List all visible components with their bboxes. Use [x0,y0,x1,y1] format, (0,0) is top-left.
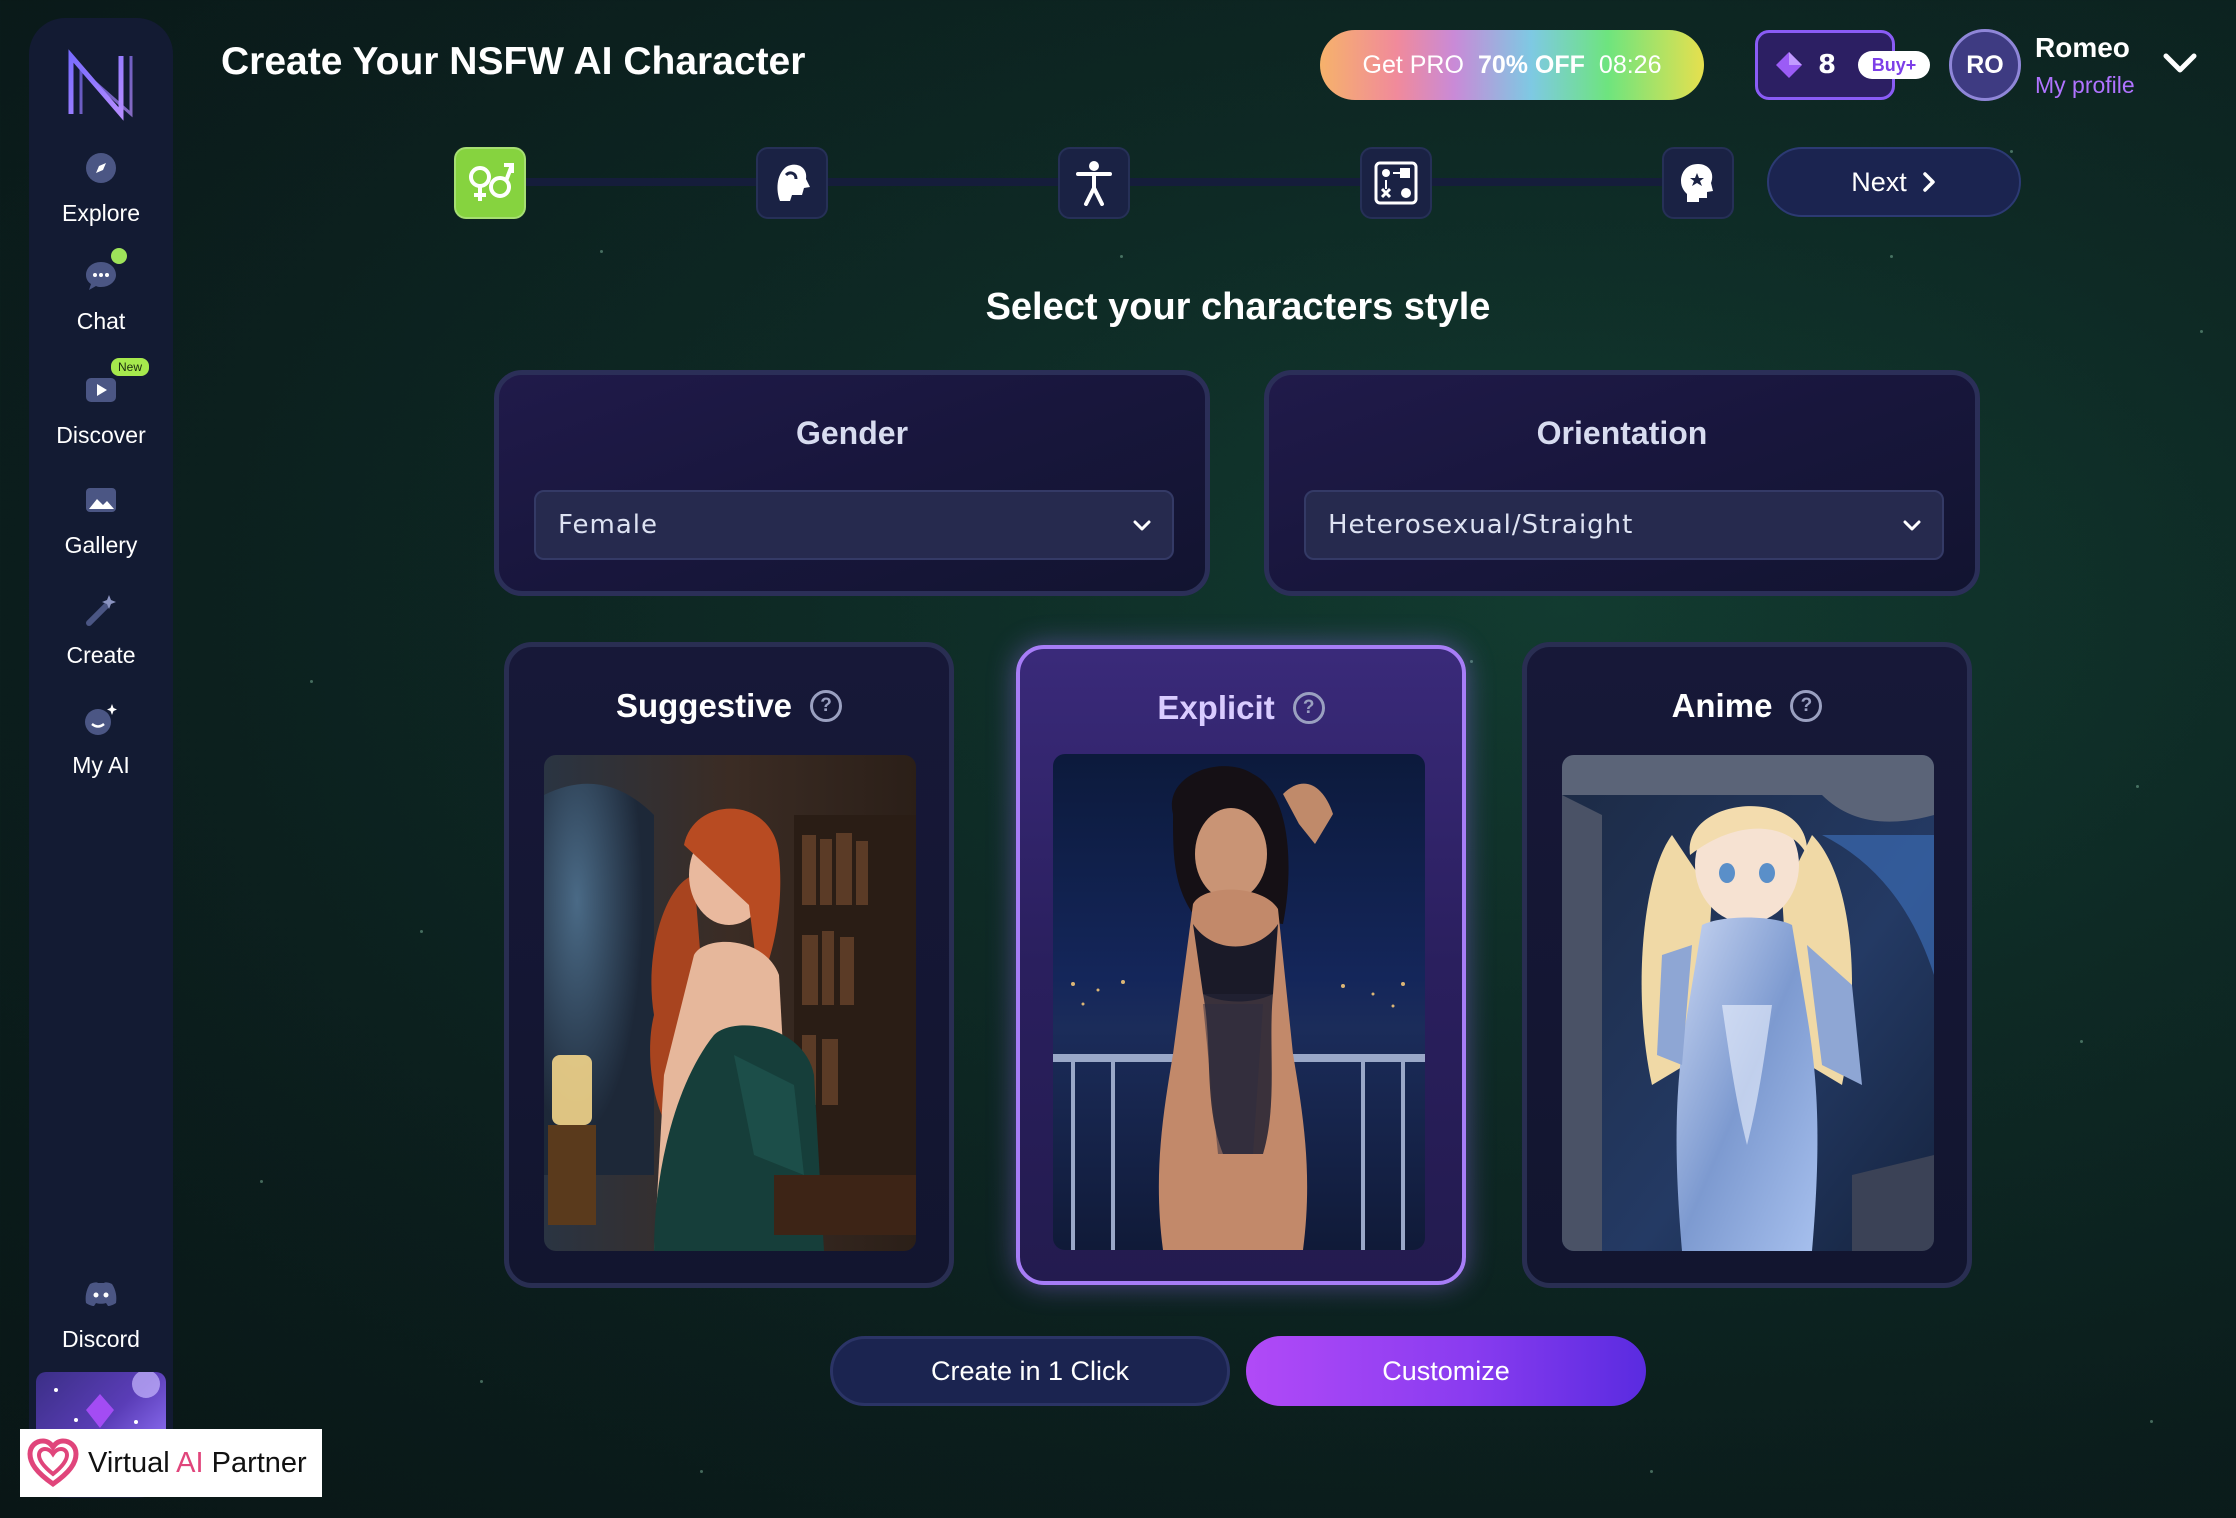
watermark-text: Virtual AI Partner [88,1447,307,1480]
style-card-anime[interactable]: Anime ? [1522,642,1972,1288]
sidebar-item-my-ai[interactable]: My AI [29,698,173,779]
my-profile-link[interactable]: My profile [2035,72,2135,99]
style-card-title: Suggestive ? [509,687,949,725]
gender-label: Gender [795,415,909,451]
customize-button[interactable]: Customize [1246,1336,1646,1406]
page-title: Create Your NSFW AI Character [221,40,806,83]
sidebar-item-label: My AI [72,752,130,778]
style-preview-image [1562,755,1934,1251]
gender-icon [469,163,514,201]
sidebar-item-create[interactable]: Create [29,588,173,669]
watermark: Virtual AI Partner [20,1429,322,1497]
gem-icon [1776,52,1802,78]
pro-timer: 08:26 [1598,50,1662,79]
magic-wand-icon [79,588,123,632]
sidebar-item-label: Discover [56,422,146,448]
style-card-suggestive[interactable]: Suggestive ? [504,642,954,1288]
gem-count: 8 [1818,50,1837,80]
style-label: Anime [1671,687,1773,724]
pro-lead: Get PRO [1362,50,1464,79]
get-pro-button[interactable]: Get PRO 70% OFF 08:26 [1320,30,1704,100]
chevron-down-icon [1903,520,1921,531]
style-card-title: Explicit ? [1020,689,1462,727]
gender-value: Female [558,510,659,540]
step-face[interactable] [756,147,828,219]
chevron-down-icon [1133,520,1151,531]
sidebar-item-label: Gallery [64,532,138,558]
play-icon: New [79,358,150,412]
section-title: Select your characters style [985,286,1491,328]
sidebar-item-gallery[interactable]: Gallery [29,478,173,559]
help-icon[interactable]: ? [810,690,843,722]
user-name: Romeo [2035,32,2130,63]
heart-logo-icon [27,1438,79,1488]
brand-logo-icon[interactable] [63,46,139,122]
style-preview-image [1053,754,1425,1250]
sidebar-item-discover[interactable]: New Discover [29,358,173,449]
discord-icon [79,1272,123,1316]
step-body[interactable] [1058,147,1130,219]
traits-icon [1374,161,1418,205]
watermark-text-a: Virtual [88,1446,177,1479]
chevron-down-icon[interactable] [2160,48,2200,80]
orientation-label: Orientation [1536,415,1708,451]
online-indicator [111,248,127,264]
style-card-explicit[interactable]: Explicit ? [1016,645,1466,1285]
style-preview-image [544,755,916,1251]
orientation-value: Heterosexual/Straight [1328,510,1634,540]
sidebar-item-label: Discord [62,1326,140,1352]
style-card-title: Anime ? [1527,687,1967,725]
orientation-panel: Orientation Heterosexual/Straight [1264,370,1980,596]
help-icon[interactable]: ? [1790,690,1823,722]
sidebar-item-label: Explore [62,200,140,226]
head-profile-icon [777,164,810,201]
next-label: Next [1851,166,1907,197]
ai-face-icon [79,698,123,742]
step-traits[interactable] [1360,147,1432,219]
step-personality[interactable] [1662,147,1734,219]
chevron-right-icon [1923,172,1935,192]
orientation-select[interactable]: Heterosexual/Straight [1304,490,1944,560]
personality-icon [1681,164,1713,202]
style-label: Suggestive [615,687,793,724]
pro-discount: 70% OFF [1477,50,1585,79]
sidebar-item-explore[interactable]: Explore [29,146,173,227]
gender-panel: Gender Female [494,370,1210,596]
next-button[interactable]: Next [1767,147,2021,217]
gender-select[interactable]: Female [534,490,1174,560]
create-one-click-button[interactable]: Create in 1 Click [830,1336,1230,1406]
watermark-text-ai: AI [176,1446,204,1479]
new-badge: New [111,358,150,376]
sidebar: Explore Chat New Discover Gallery Create… [29,18,173,1498]
image-icon [79,478,123,522]
step-gender[interactable] [454,147,526,219]
body-icon [1076,161,1112,206]
watermark-text-c: Partner [203,1446,307,1479]
buy-gems-button[interactable]: Buy+ [1858,51,1930,79]
style-label: Explicit [1157,689,1275,726]
sidebar-item-label: Create [66,642,136,668]
help-icon[interactable]: ? [1292,692,1325,724]
sidebar-item-discord[interactable]: Discord [29,1272,173,1353]
avatar[interactable]: RO [1949,29,2021,101]
compass-icon [79,146,123,190]
